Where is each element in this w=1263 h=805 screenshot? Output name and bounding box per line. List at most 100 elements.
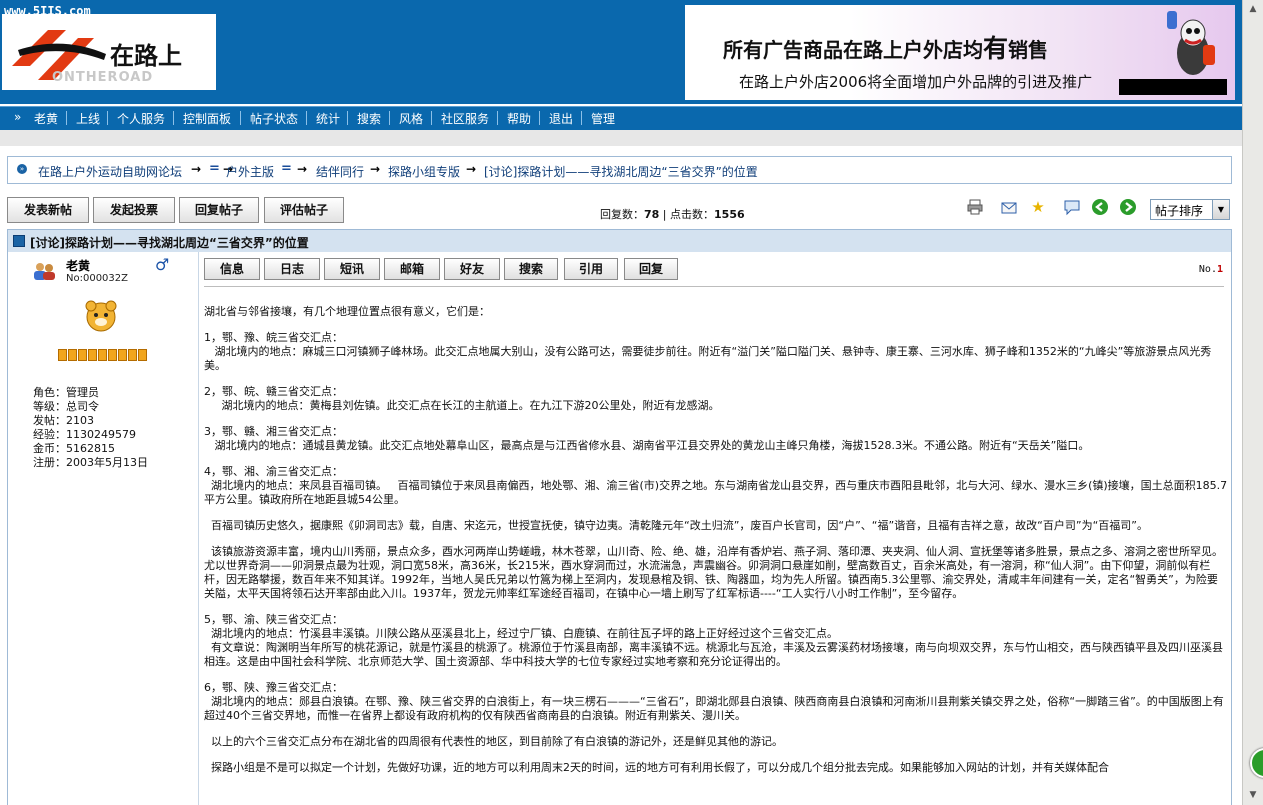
mascot-icon [1167, 11, 1215, 75]
author-coins: 金币：5162815 [33, 442, 115, 455]
breadcrumb-arrow-icon: → [191, 162, 202, 176]
ad-banner[interactable]: 所有广告商品在路上户外店均有销售 在路上户外店2006将全面增加户外品牌的引进及… [685, 5, 1235, 100]
send-message-button[interactable]: 短讯 [324, 258, 380, 280]
breadcrumb: » 在路上户外运动自助网论坛 → = → 户外主版 = → 结伴同行 → 探路小… [7, 156, 1232, 184]
nav-item-stats[interactable]: 统计 [316, 110, 340, 127]
breadcrumb-forum-home[interactable]: 在路上户外运动自助网论坛 [38, 163, 182, 180]
nav-separator [581, 111, 582, 125]
click-count: 1556 [714, 208, 745, 221]
user-blog-button[interactable]: 日志 [264, 258, 320, 280]
nav-separator [107, 111, 108, 125]
author-number: No:000032Z [66, 273, 128, 284]
sort-selected-value: 帖子排序 [1155, 204, 1204, 218]
quote-button[interactable]: 引用 [564, 258, 618, 280]
site-logo[interactable]: 在路上 ONTHEROAD [2, 14, 216, 90]
post-sort-select[interactable]: 帖子排序 ▼ [1150, 199, 1230, 220]
male-gender-icon: ♂ [155, 255, 170, 274]
nav-lead-icon: » [14, 110, 22, 124]
post-paragraph: 4，鄂、湘、渝三省交汇点： 湖北境内的地点：来凤县百福司镇。 百福司镇位于来凤县… [204, 465, 1228, 506]
nav-separator [497, 111, 498, 125]
breadcrumb-companion[interactable]: 结伴同行 [316, 163, 364, 180]
nav-item-post-status[interactable]: 帖子状态 [250, 110, 298, 127]
rate-post-button[interactable]: 评估帖子 [264, 197, 344, 223]
logo-text: 在路上 [110, 42, 182, 70]
breadcrumb-eq-icon: = [281, 161, 292, 176]
post-body: 湖北省与邻省接壤，有几个地理位置点很有意义，它们是： 1，鄂、豫、皖三省交汇点：… [204, 305, 1228, 787]
nav-item-community[interactable]: 社区服务 [441, 110, 489, 127]
breadcrumb-arrow-icon: → [297, 162, 308, 176]
breadcrumb-current-thread: [讨论]探路计划——寻找湖北周边“三省交界”的位置 [484, 165, 758, 179]
scroll-down-icon[interactable]: ▼ [1246, 788, 1260, 802]
favorite-star-icon[interactable]: ★ [1029, 198, 1047, 216]
post-paragraph: 湖北省与邻省接壤，有几个地理位置点很有意义，它们是： [204, 305, 490, 318]
nav-separator [389, 111, 390, 125]
breadcrumb-chevron-icon: » [17, 164, 27, 174]
chevron-down-icon[interactable]: ▼ [1212, 200, 1229, 219]
breadcrumb-arrow-icon: → [466, 162, 477, 176]
print-icon[interactable] [966, 198, 984, 216]
nav-separator [173, 111, 174, 125]
nav-item-personal[interactable]: 个人服务 [117, 110, 165, 127]
email-button[interactable]: 邮箱 [384, 258, 440, 280]
thread-icon [13, 235, 25, 247]
search-posts-button[interactable]: 搜索 [504, 258, 558, 280]
author-name[interactable]: 老黄 [66, 257, 90, 274]
nav-item-help[interactable]: 帮助 [507, 110, 531, 127]
floor-number: No.1 [1198, 264, 1223, 275]
post-paragraph: 该镇旅游资源丰富，境内山川秀丽，景点众多，酉水河两岸山势嵯峨，林木苍翠，山川奇、… [204, 545, 1223, 600]
banner-redaction [1119, 79, 1227, 95]
add-friend-button[interactable]: 好友 [444, 258, 500, 280]
user-group-icon [34, 263, 55, 280]
post: 老黄 No:000032Z ♂ 角色：管理员 等级：总司令 发帖：2103 经验… [7, 252, 1232, 805]
nav-separator [539, 111, 540, 125]
author-registered: 注册：2003年5月13日 [33, 456, 148, 469]
scroll-up-icon[interactable]: ▲ [1246, 2, 1260, 16]
post-paragraph: 1，鄂、豫、皖三省交汇点： 湖北境内的地点：麻城三口河镇狮子峰林场。此交汇点地属… [204, 331, 1212, 372]
nav-item-user[interactable]: 老黄 [34, 110, 58, 127]
nav-item-logout[interactable]: 退出 [549, 110, 573, 127]
author-exp: 经验：1130249579 [33, 428, 136, 441]
breadcrumb-arrow-icon: → [370, 162, 381, 176]
vertical-scrollbar[interactable]: ▲ ▼ [1242, 0, 1263, 805]
post-paragraph: 以上的六个三省交汇点分布在湖北省的四周很有代表性的地区，到目前除了有白浪镇的游记… [204, 735, 783, 748]
reply-post-button[interactable]: 回复帖子 [179, 197, 259, 223]
new-post-button[interactable]: 发表新帖 [7, 197, 89, 223]
author-panel: 老黄 No:000032Z ♂ 角色：管理员 等级：总司令 发帖：2103 经验… [8, 252, 199, 805]
next-arrow-icon[interactable] [1119, 198, 1137, 216]
new-poll-button[interactable]: 发起投票 [93, 197, 175, 223]
nav-separator [431, 111, 432, 125]
nav-separator [240, 111, 241, 125]
nav-separator [347, 111, 348, 125]
thread-title: [讨论]探路计划——寻找湖北周边“三省交界”的位置 [30, 236, 309, 250]
rank-stars [58, 349, 148, 361]
nav-separator [306, 111, 307, 125]
logo-subtext: ONTHEROAD [52, 70, 154, 85]
post-paragraph: 3，鄂、赣、湘三省交汇点： 湖北境内的地点：通城县黄龙镇。此交汇点地处幕阜山区，… [204, 425, 1090, 452]
email-icon[interactable] [1000, 198, 1018, 216]
divider [204, 286, 1224, 287]
thread-stats: 回复数：78 | 点击数：1556 [600, 208, 745, 221]
banner-headline: 所有广告商品在路上户外店均有销售 [723, 34, 1049, 63]
breadcrumb-scout-board[interactable]: 探路小组专版 [388, 163, 460, 180]
author-role: 角色：管理员 [33, 386, 99, 399]
post-paragraph: 探路小组是不是可以拟定一个计划，先做好功课，近的地方可以利用周末2天的时间，远的… [204, 761, 1109, 774]
post-paragraph: 5，鄂、渝、陕三省交汇点： 湖北境内的地点：竹溪县丰溪镇。川陕公路从巫溪县北上，… [204, 613, 1223, 668]
post-paragraph: 2，鄂、皖、赣三省交汇点： 湖北境内的地点：黄梅县刘佐镇。此交汇点在长江的主航道… [204, 385, 720, 412]
site-header: www.5IIS.com 在路上 ONTHEROAD 所有广告商品在路上户外店均… [0, 0, 1243, 104]
post-paragraph: 6，鄂、陕、豫三省交汇点： 湖北境内的地点：郧县白浪镇。在鄂、豫、陕三省交界的白… [204, 681, 1224, 722]
nav-item-search[interactable]: 搜索 [357, 110, 381, 127]
nav-item-online[interactable]: 上线 [76, 110, 100, 127]
nav-item-admin[interactable]: 管理 [591, 110, 615, 127]
post-content: 信息 日志 短讯 邮箱 好友 搜索 引用 回复 No.1 湖北省与邻省接壤，有几… [204, 252, 1229, 805]
breadcrumb-eq-icon: = [209, 161, 220, 176]
nav-separator [66, 111, 67, 125]
nav-item-control-panel[interactable]: 控制面板 [183, 110, 231, 127]
user-info-button[interactable]: 信息 [204, 258, 260, 280]
nav-item-style[interactable]: 风格 [399, 110, 423, 127]
reply-button[interactable]: 回复 [624, 258, 678, 280]
breadcrumb-main-board[interactable]: 户外主版 [226, 163, 274, 180]
banner-subline: 在路上户外店2006将全面增加户外品牌的引进及推广 [739, 73, 1093, 91]
previous-arrow-icon[interactable] [1091, 198, 1109, 216]
post-paragraph: 百福司镇历史悠久，据康熙《卯洞司志》载，自唐、宋迄元，世授宣抚使，镇守边夷。清乾… [204, 519, 1148, 532]
message-icon[interactable] [1063, 198, 1081, 216]
